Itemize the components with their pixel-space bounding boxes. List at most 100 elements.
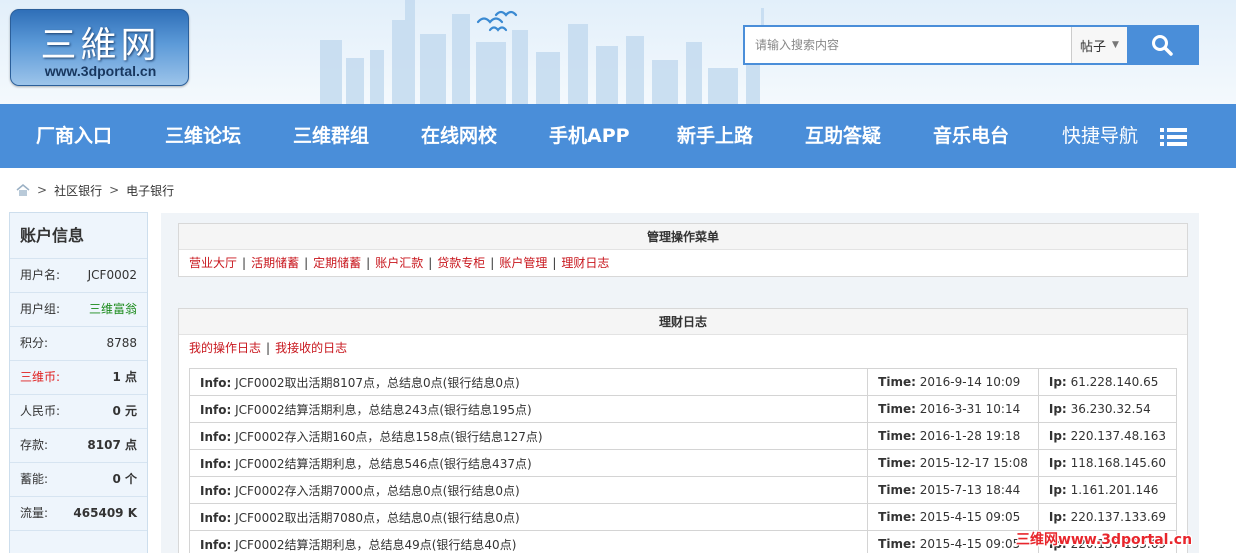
nav-item-radio[interactable]: 音乐电台 [933,104,1009,168]
row-value: 465409 K [73,506,137,520]
nav-item-mobile-app[interactable]: 手机APP [549,104,630,168]
link-separator: | [242,256,247,270]
search-bar: 帖子 ▼ [743,25,1199,65]
menu-icon[interactable] [1160,128,1187,146]
site-logo[interactable]: 三維网 www.3dportal.cn [10,9,189,86]
breadcrumb-e-bank[interactable]: 电子银行 [126,182,174,199]
log-info-cell: Info: JCF0002存入活期7000点，总结息0点(银行结息0点) [188,476,869,504]
main-nav: 厂商入口 三维论坛 三维群组 在线网校 手机APP 新手上路 互助答疑 音乐电台… [0,104,1236,168]
account-row-traffic: 流量: 465409 K [10,497,147,531]
breadcrumb-separator: > [109,183,120,197]
menu-link-loans[interactable]: 贷款专柜 [437,256,485,270]
nav-item-forum[interactable]: 三维论坛 [165,104,241,168]
log-ip-text: 61.228.140.65 [1070,375,1159,389]
info-label: Info: [200,510,232,525]
time-label: Time: [878,537,916,551]
account-row-energy: 蓄能: 0 个 [10,463,147,497]
menu-link-fixed-savings[interactable]: 定期储蓄 [313,256,361,270]
table-row: Info: JCF0002取出活期8107点，总结息0点(银行结息0点) Tim… [188,368,1178,396]
nav-item-newbie[interactable]: 新手上路 [677,104,753,168]
time-label: Time: [878,456,916,470]
nav-item-groups[interactable]: 三维群组 [293,104,369,168]
row-value: 0 个 [112,472,137,486]
logo-url: www.3dportal.cn [44,63,157,79]
link-separator: | [366,256,371,270]
row-value: 三维富翁 [88,302,137,316]
log-info-cell: Info: JCF0002取出活期7080点，总结息0点(银行结息0点) [188,503,869,531]
nav-item-quick-nav[interactable]: 快捷导航 [1062,104,1138,168]
menu-link-remittance[interactable]: 账户汇款 [375,256,423,270]
time-label: Time: [878,483,916,497]
row-label: 流量: [20,506,49,520]
breadcrumb-separator: > [37,183,48,197]
log-ip-text: 220.137.133.69 [1070,510,1166,524]
tab-received-log[interactable]: 我接收的日志 [275,341,347,355]
logo-text: 三維网 [40,25,161,66]
log-info-text: JCF0002存入活期7000点，总结息0点(银行结息0点) [235,483,520,498]
row-value: JCF0002 [87,268,137,282]
nav-item-vendor[interactable]: 厂商入口 [36,104,112,168]
log-time-text: 2016-3-31 10:14 [919,402,1021,416]
admin-menu-panel: 管理操作菜单 营业大厅 | 活期储蓄 | 定期储蓄 | 账户汇款 | 贷款专柜 | 账户管理 | 理财日… [178,223,1188,277]
log-time-cell: Time: 2015-7-13 18:44 [867,476,1039,504]
log-time-text: 2016-1-28 19:18 [919,429,1021,443]
log-info-cell: Info: JCF0002结算活期利息，总结息49点(银行结息40点) [188,530,869,553]
log-time-cell: Time: 2016-9-14 10:09 [867,368,1039,396]
log-time-text: 2015-4-15 09:05 [919,537,1021,551]
account-row-deposit: 存款: 8107 点 [10,429,147,463]
time-label: Time: [878,402,916,416]
log-info-cell: Info: JCF0002取出活期8107点，总结息0点(银行结息0点) [188,368,869,396]
account-row-rmb: 人民币: 0 元 [10,395,147,429]
site-watermark: 三维网www.3dportal.cn [1016,532,1193,548]
log-time-cell: Time: 2015-12-17 15:08 [867,449,1039,477]
table-row: Info: JCF0002结算活期利息，总结息546点(银行结息437点) Ti… [188,449,1178,477]
log-ip-cell: Ip: 118.168.145.60 [1037,449,1178,477]
log-ip-cell: Ip: 1.161.201.146 [1037,476,1178,504]
ip-label: Ip: [1048,483,1067,497]
menu-link-account-manage[interactable]: 账户管理 [499,256,547,270]
ip-label: Ip: [1048,456,1067,470]
log-time-text: 2015-12-17 15:08 [919,456,1028,470]
search-input[interactable] [745,27,1071,63]
panel-title: 管理操作菜单 [179,224,1187,250]
city-skyline-banner [320,0,764,104]
log-info-cell: Info: JCF0002结算活期利息，总结息243点(银行结息195点) [188,395,869,423]
account-info-sidebar: 账户信息 用户名: JCF0002 用户组: 三维富翁 积分: 8788 三维币… [9,212,148,553]
breadcrumb-community-bank[interactable]: 社区银行 [54,182,102,199]
time-label: Time: [878,510,916,524]
menu-link-lobby[interactable]: 营业大厅 [189,256,237,270]
site-header: 三維网 www.3dportal.cn 帖子 ▼ [0,0,1236,104]
row-label: 三维币: [20,370,61,384]
account-row-username: 用户名: JCF0002 [10,259,147,293]
home-icon[interactable] [16,184,30,196]
log-info-cell: Info: JCF0002存入活期160点，总结息158点(银行结息127点) [188,422,869,450]
log-time-text: 2015-7-13 18:44 [919,483,1021,497]
log-ip-text: 220.137.48.163 [1070,429,1166,443]
breadcrumb: > 社区银行 > 电子银行 [16,182,174,198]
menu-link-current-savings[interactable]: 活期储蓄 [251,256,299,270]
nav-item-school[interactable]: 在线网校 [421,104,497,168]
log-time-text: 2015-4-15 09:05 [919,510,1021,524]
log-time-cell: Time: 2015-4-15 09:05 [867,503,1039,531]
nav-item-qa[interactable]: 互助答疑 [805,104,881,168]
search-button[interactable] [1127,27,1197,63]
ip-label: Ip: [1048,402,1067,416]
log-ip-cell: Ip: 220.137.133.69 [1037,503,1178,531]
log-ip-cell: Ip: 36.230.32.54 [1037,395,1178,423]
ip-label: Ip: [1048,429,1067,443]
link-separator: | [428,256,433,270]
link-separator: | [552,256,557,270]
row-value: 8788 [106,336,137,350]
row-label: 蓄能: [20,472,49,486]
row-label: 积分: [20,336,49,350]
tab-my-operation-log[interactable]: 我的操作日志 [189,341,261,355]
info-label: Info: [200,456,232,471]
search-type-select[interactable]: 帖子 ▼ [1071,27,1127,63]
row-label: 用户组: [20,302,61,316]
menu-link-finance-log[interactable]: 理财日志 [561,256,609,270]
account-row-points: 积分: 8788 [10,327,147,361]
table-row: Info: JCF0002存入活期7000点，总结息0点(银行结息0点) Tim… [188,476,1178,504]
table-row: Info: JCF0002取出活期7080点，总结息0点(银行结息0点) Tim… [188,503,1178,531]
log-ip-cell: Ip: 61.228.140.65 [1037,368,1178,396]
log-ip-text: 36.230.32.54 [1070,402,1151,416]
